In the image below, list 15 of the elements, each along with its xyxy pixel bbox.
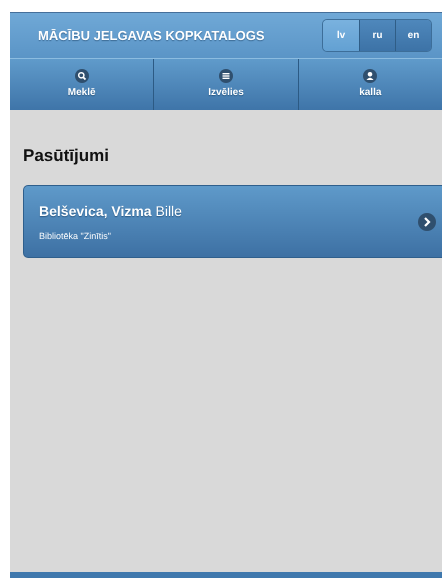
library-name: Bibliotēka "Zinītis" [39,230,112,243]
app-title: MĀCĪBU JELGAVAS KOPKATALOGS [38,26,265,45]
nav-tab[interactable]: Meklē [10,59,154,110]
language-button[interactable]: en [395,20,431,51]
order-title: Belševica, Vizma Bille [39,202,182,221]
user-icon [363,69,378,83]
search-icon [74,69,89,83]
page-heading: Pasūtījumi [23,146,110,166]
order-item[interactable]: Belševica, Vizma Bille Bibliotēka "Zinītis" [23,185,442,258]
language-button[interactable]: lv [323,20,359,51]
menu-icon [218,69,233,83]
chevron-icon [418,212,436,231]
nav-tab[interactable]: kalla [298,59,442,110]
language-button[interactable]: ru [359,20,395,51]
nav-tab[interactable]: Izvēlies [153,59,298,110]
